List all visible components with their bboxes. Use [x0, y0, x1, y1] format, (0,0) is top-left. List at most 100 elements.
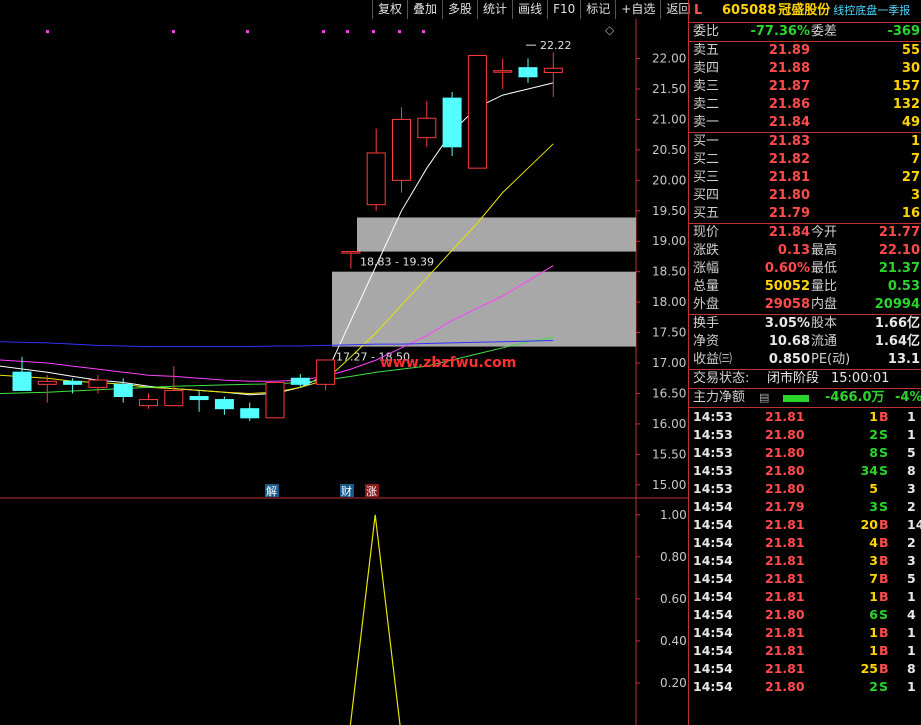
stat-label: 换手: [693, 316, 720, 331]
signal-badge-label: 财: [341, 484, 352, 498]
stat-row: 涨幅 0.60% 最低 21.37: [689, 260, 921, 278]
tick-time: 14:53: [693, 481, 733, 496]
bid-row: 买五 21.79 16: [689, 205, 921, 223]
main-flow-row: 主力净额 ▤ -466.0万 -4%: [689, 388, 921, 407]
indicator-line: [349, 514, 401, 725]
signal-dot: [346, 30, 349, 34]
book-price: 21.82: [768, 152, 810, 167]
main-flow-bar: [783, 395, 809, 402]
stat-value: 22.10: [878, 243, 920, 258]
tick-count: 3: [907, 553, 916, 568]
tick-time: 14:53: [693, 409, 733, 424]
candle-body: [265, 382, 285, 419]
price-tick-label: 15.00: [652, 478, 686, 492]
stat-label: 涨幅: [693, 261, 720, 276]
diamond-icon[interactable]: ◇: [605, 23, 615, 37]
tick-count: 8: [907, 661, 916, 676]
tick-volume: 5: [869, 481, 878, 496]
trade-status-time: 15:00:01: [831, 371, 890, 386]
support-zone: [332, 271, 636, 347]
restore-rights-button[interactable]: 复权: [372, 0, 408, 19]
tick-price: 21.81: [765, 571, 805, 586]
stat-row: 现价 21.84 今开 21.77: [689, 224, 921, 242]
stat-label: 量比: [811, 279, 838, 294]
tick-row: 14:54 21.80 6 S 4: [689, 606, 921, 624]
indicator-tick-label: 0.60: [660, 592, 687, 606]
tick-side: S: [879, 445, 889, 460]
candle-body: [240, 408, 260, 419]
watermark: www.zbzfwu.com: [380, 355, 516, 371]
stat-value: 21.37: [878, 261, 920, 276]
doc-icon[interactable]: ▤: [759, 389, 769, 407]
stat-value: 21.84: [768, 225, 810, 240]
tick-price: 21.80: [765, 607, 805, 622]
add-watchlist-button[interactable]: +自选: [615, 0, 661, 19]
bid-row: 买四 21.80 3: [689, 187, 921, 205]
ask-row: 卖四 21.88 30: [689, 60, 921, 78]
book-price: 21.80: [768, 188, 810, 203]
tick-side: B: [879, 661, 889, 676]
stat-row: 换手 3.05% 股本 1.66亿: [689, 315, 921, 333]
tick-count: 4: [907, 607, 916, 622]
signal-dot: [46, 30, 49, 34]
tick-price: 21.80: [765, 481, 805, 496]
book-volume: 16: [901, 206, 920, 221]
tick-price: 21.81: [765, 409, 805, 424]
tick-time: 14:54: [693, 679, 733, 694]
stat-label: 外盘: [693, 297, 720, 312]
tick-time: 14:54: [693, 589, 733, 604]
tick-side: S: [879, 607, 889, 622]
stat-value: 20994: [874, 297, 920, 312]
tick-side: S: [879, 499, 889, 514]
tick-count: 8: [907, 463, 916, 478]
book-price: 21.84: [768, 115, 810, 130]
tick-row: 14:53 21.80 2 S 1: [689, 426, 921, 444]
candle-body: [366, 152, 386, 206]
stat-label: 涨跌: [693, 243, 720, 258]
overlay-button[interactable]: 叠加: [407, 0, 443, 19]
tick-time: 14:53: [693, 427, 733, 442]
weibi-label: 委比: [693, 24, 720, 39]
ask-book: 卖五 21.89 55 卖四 21.88 30 卖三 21.87 157 卖二 21.86 132 卖一…: [689, 41, 921, 132]
high-marker-label: 22.22: [540, 39, 572, 52]
tick-volume: 1: [869, 625, 878, 640]
price-tick-label: 19.00: [652, 234, 686, 248]
tick-time: 14:54: [693, 571, 733, 586]
mark-button[interactable]: 标记: [580, 0, 616, 19]
f10-button[interactable]: F10: [547, 0, 581, 19]
draw-line-button[interactable]: 画线: [512, 0, 548, 19]
book-price: 21.79: [768, 206, 810, 221]
price-tick-label: 20.50: [652, 143, 686, 157]
book-volume: 55: [901, 43, 920, 58]
tick-side: B: [879, 589, 889, 604]
tick-volume: 8: [869, 445, 878, 460]
stat-value: 21.77: [878, 225, 920, 240]
tick-volume: 1: [869, 409, 878, 424]
tick-side: S: [879, 679, 889, 694]
stock-note: 线控底盘一季报: [833, 4, 911, 17]
tick-time: 14:54: [693, 499, 733, 514]
tick-volume: 4: [869, 535, 878, 550]
book-price: 21.88: [768, 61, 810, 76]
stat-row: 收益㈢ 0.850 PE(动) 13.1: [689, 351, 921, 369]
book-price: 21.87: [768, 79, 810, 94]
tick-count: 1: [907, 409, 916, 424]
book-volume: 157: [892, 79, 920, 94]
book-label: 卖一: [693, 115, 720, 130]
signal-dot: [172, 30, 175, 34]
tick-list[interactable]: 14:53 21.81 1 B 1 14:53 21.80 2 S 1 14:53 21.80 8 S 5 1…: [689, 407, 921, 696]
support-zone: [357, 217, 636, 252]
statistics-button[interactable]: 统计: [477, 0, 513, 19]
ask-row: 卖二 21.86 132: [689, 96, 921, 114]
trade-status-value: 闭市阶段: [767, 371, 820, 386]
multi-stock-button[interactable]: 多股: [442, 0, 478, 19]
ask-row: 卖一 21.84 49: [689, 114, 921, 132]
kline-chart[interactable]: 22.00 21.50 21.00 20.50 20.00 19.50 19.00 18.50…: [0, 0, 688, 725]
tick-price: 21.81: [765, 589, 805, 604]
price-tick-label: 22.00: [652, 52, 686, 66]
tick-volume: 1: [869, 589, 878, 604]
stat-label: 最低: [811, 261, 838, 276]
tick-count: 1: [907, 643, 916, 658]
tick-count: 3: [907, 481, 916, 496]
stat-value: 0.850: [768, 352, 810, 367]
